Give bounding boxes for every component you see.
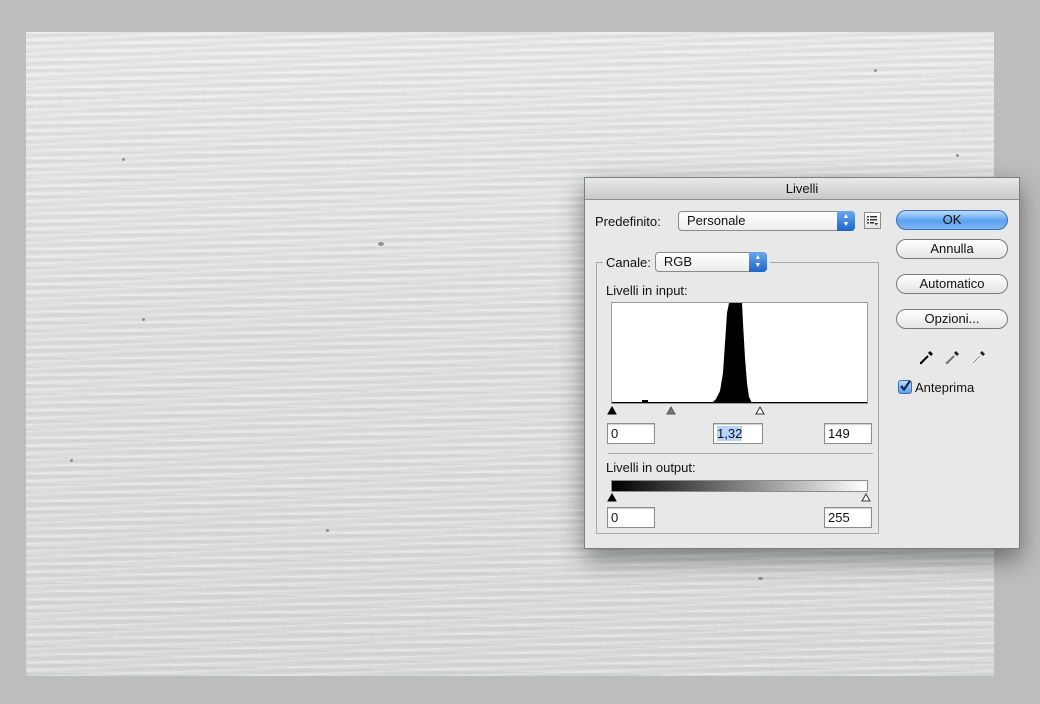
output-gradient-bar (611, 480, 868, 492)
auto-button[interactable]: Automatico (896, 274, 1008, 294)
select-arrows-icon: ▲ ▼ (748, 252, 767, 272)
input-black-field[interactable]: 0 (607, 423, 655, 444)
preset-value: Personale (687, 213, 746, 228)
texture-speck (874, 69, 877, 72)
black-eyedropper-icon[interactable] (918, 348, 936, 366)
preview-label: Anteprima (915, 380, 975, 395)
output-white-field[interactable]: 255 (824, 507, 872, 528)
select-arrows-icon: ▲ ▼ (837, 211, 855, 231)
white-eyedropper-icon[interactable] (970, 348, 988, 366)
input-levels-label: Livelli in input: (606, 283, 688, 298)
texture-speck (758, 577, 763, 580)
input-gamma-slider[interactable] (666, 406, 676, 415)
preset-options-button[interactable] (864, 212, 881, 229)
section-divider (608, 453, 873, 454)
preview-checkbox[interactable] (898, 380, 912, 394)
options-button[interactable]: Opzioni... (896, 309, 1008, 329)
input-gamma-field[interactable]: 1,32 (713, 423, 763, 444)
histogram (611, 302, 868, 404)
cancel-button[interactable]: Annulla (896, 239, 1008, 259)
preset-label: Predefinito: (595, 214, 661, 229)
texture-speck (122, 158, 125, 161)
levels-dialog: Livelli Predefinito: Personale ▲ ▼ OK Ann… (584, 177, 1020, 549)
ok-button[interactable]: OK (896, 210, 1008, 230)
channel-value: RGB (663, 254, 692, 269)
channel-row: Canale: RGB ▲ ▼ (603, 251, 770, 273)
texture-speck (326, 529, 329, 532)
dialog-title: Livelli (585, 178, 1019, 200)
output-black-field[interactable]: 0 (607, 507, 655, 528)
histogram-graph (612, 303, 867, 403)
channel-label: Canale: (606, 254, 651, 270)
input-gamma-value: 1,32 (717, 426, 743, 441)
texture-speck (378, 242, 384, 246)
texture-speck (956, 154, 959, 157)
output-levels-label: Livelli in output: (606, 460, 696, 475)
output-black-slider[interactable] (607, 493, 617, 502)
texture-speck (142, 318, 145, 321)
output-white-slider[interactable] (861, 493, 871, 502)
channel-select[interactable]: RGB ▲ ▼ (654, 252, 767, 272)
gray-eyedropper-icon[interactable] (944, 348, 962, 366)
texture-speck (70, 459, 73, 462)
input-white-slider[interactable] (755, 406, 765, 415)
list-menu-icon (867, 216, 878, 226)
preset-select[interactable]: Personale ▲ ▼ (678, 211, 855, 231)
channel-group: Canale: RGB ▲ ▼ Livelli in input: 0 1,32 … (596, 251, 879, 534)
input-black-slider[interactable] (607, 406, 617, 415)
input-white-field[interactable]: 149 (824, 423, 872, 444)
checkmark-icon (900, 380, 911, 392)
